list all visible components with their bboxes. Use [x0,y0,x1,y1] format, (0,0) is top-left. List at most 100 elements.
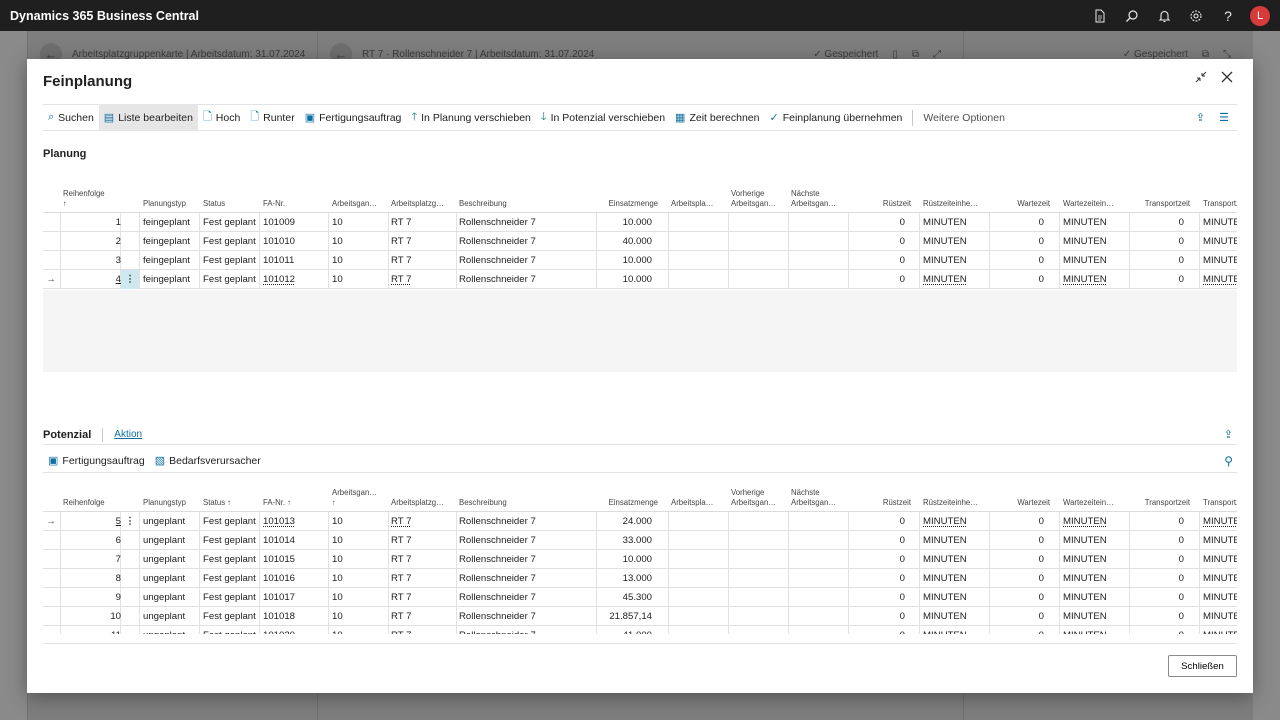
cell-wait-time[interactable]: 0 [993,531,1050,550]
demand-source-button[interactable]: ▧ Bedarfsverursacher [150,447,266,474]
cell-fa-number[interactable]: 101018 [263,607,328,626]
cell-fa-number[interactable]: 101013 [263,512,328,531]
cell-operation[interactable]: 10 [332,569,388,588]
cell-setup-time[interactable]: 0 [851,550,911,569]
column-header[interactable]: FA-Nr. ↑ [263,498,325,508]
cell-move-time[interactable]: 0 [1133,213,1190,232]
cell-move-unit[interactable]: MINUTE [1203,213,1237,232]
cell-quantity[interactable]: 10.000 [597,251,658,270]
cell-operation[interactable]: 10 [332,550,388,569]
cell-setup-unit[interactable]: MINUTEN [923,232,989,251]
cell-setup-unit[interactable]: MINUTEN [923,626,989,634]
cell-wait-unit[interactable]: MINUTEN [1063,512,1129,531]
cell-description[interactable]: Rollenschneider 7 [459,626,597,634]
cell-description[interactable]: Rollenschneider 7 [459,232,597,251]
cell-wait-unit[interactable]: MINUTEN [1063,531,1129,550]
cell-operation[interactable]: 10 [332,213,388,232]
row-actions-icon[interactable]: ⋮ [121,512,139,531]
column-header[interactable]: Rüstzeiteinhe… [923,199,989,209]
cell-setup-time[interactable]: 0 [851,251,911,270]
cell-move-unit[interactable]: MINUTE [1203,531,1237,550]
cell-move-time[interactable]: 0 [1133,550,1190,569]
cell-move-time[interactable]: 0 [1133,588,1190,607]
column-header[interactable]: Arbeitsplatzg… [391,498,455,508]
column-header[interactable]: Arbeitsgan… ↑ [332,488,388,507]
cell-status[interactable]: Fest geplant [203,626,261,634]
cell-status[interactable]: Fest geplant [203,213,261,232]
cell-setup-unit[interactable]: MINUTEN [923,588,989,607]
cell-workcenter[interactable]: RT 7 [391,213,455,232]
cell-workcenter[interactable]: RT 7 [391,270,455,289]
cell-description[interactable]: Rollenschneider 7 [459,213,597,232]
cell-wait-unit[interactable]: MINUTEN [1063,607,1129,626]
list-view-icon[interactable]: ☰ [1219,111,1229,124]
cell-routing[interactable] [671,588,727,607]
cell-next-op[interactable] [791,531,847,550]
cell-seq[interactable]: 3 [61,251,129,270]
cell-move-time[interactable]: 0 [1133,626,1190,634]
cell-seq[interactable]: 9 [61,588,129,607]
cell-operation[interactable]: 10 [332,251,388,270]
app-title[interactable]: Dynamics 365 Business Central [10,9,199,23]
row-actions-icon[interactable] [121,607,139,626]
cell-move-unit[interactable]: MINUTE [1203,270,1237,289]
cell-wait-unit[interactable]: MINUTEN [1063,213,1129,232]
cell-previous-op[interactable] [731,569,787,588]
cell-description[interactable]: Rollenschneider 7 [459,251,597,270]
cell-move-time[interactable]: 0 [1133,569,1190,588]
cell-setup-unit[interactable]: MINUTEN [923,270,989,289]
cell-wait-unit[interactable]: MINUTEN [1063,251,1129,270]
cell-workcenter[interactable]: RT 7 [391,569,455,588]
tab-potenzial[interactable]: Potenzial [43,429,91,441]
cell-fa-number[interactable]: 101014 [263,531,328,550]
column-header[interactable]: Arbeitspla… [671,498,727,508]
cell-planning-type[interactable]: ungeplant [143,569,199,588]
cell-move-time[interactable]: 0 [1133,232,1190,251]
cell-move-unit[interactable]: MINUTE [1203,588,1237,607]
cell-workcenter[interactable]: RT 7 [391,550,455,569]
row-actions-icon[interactable]: ⋮ [121,270,139,289]
cell-quantity[interactable]: 21.857,14 [597,607,658,626]
cell-wait-time[interactable]: 0 [993,550,1050,569]
row-actions-icon[interactable] [121,569,139,588]
cell-seq[interactable]: 6 [61,531,129,550]
column-header[interactable]: Einsatzmenge [597,498,658,508]
more-options-button[interactable]: Weitere Optionen [918,104,1010,131]
cell-wait-unit[interactable]: MINUTEN [1063,569,1129,588]
cell-routing[interactable] [671,251,727,270]
row-actions-icon[interactable] [121,531,139,550]
cell-next-op[interactable] [791,232,847,251]
cell-setup-unit[interactable]: MINUTEN [923,531,989,550]
collapse-icon[interactable] [1195,71,1207,86]
cell-wait-unit[interactable]: MINUTEN [1063,626,1129,634]
cell-wait-time[interactable]: 0 [993,232,1050,251]
column-header[interactable]: Wartezeit [993,199,1050,209]
cell-status[interactable]: Fest geplant [203,512,261,531]
cell-previous-op[interactable] [731,512,787,531]
cell-status[interactable]: Fest geplant [203,232,261,251]
edit-list-button[interactable]: ▤ Liste bearbeiten [98,104,198,131]
cell-quantity[interactable]: 13.000 [597,569,658,588]
cell-operation[interactable]: 10 [332,232,388,251]
cell-seq[interactable]: 1 [61,213,129,232]
calculate-time-button[interactable]: ▦ Zeit berechnen [670,104,764,131]
cell-move-unit[interactable]: MINUTE [1203,607,1237,626]
cell-quantity[interactable]: 10.000 [597,550,658,569]
cell-setup-time[interactable]: 0 [851,213,911,232]
cell-wait-time[interactable]: 0 [993,213,1050,232]
cell-setup-time[interactable]: 0 [851,626,911,634]
search-button[interactable]: ⌕ Suchen [43,104,99,131]
help-icon[interactable]: ? [1212,0,1244,31]
cell-fa-number[interactable]: 101011 [263,251,328,270]
move-to-potential-button[interactable]: 🡓 In Potenzial verschieben [536,104,670,131]
table-row[interactable]: 8 ungeplant Fest geplant 101016 10 RT 7 Rollen… [43,569,1237,588]
cell-workcenter[interactable]: RT 7 [391,512,455,531]
cell-operation[interactable]: 10 [332,270,388,289]
pin-icon[interactable]: ⚲ [1224,454,1237,468]
cell-previous-op[interactable] [731,251,787,270]
cell-next-op[interactable] [791,512,847,531]
cell-wait-unit[interactable]: MINUTEN [1063,588,1129,607]
tab-aktion[interactable]: Aktion [114,429,142,440]
cell-previous-op[interactable] [731,270,787,289]
cell-setup-unit[interactable]: MINUTEN [923,512,989,531]
